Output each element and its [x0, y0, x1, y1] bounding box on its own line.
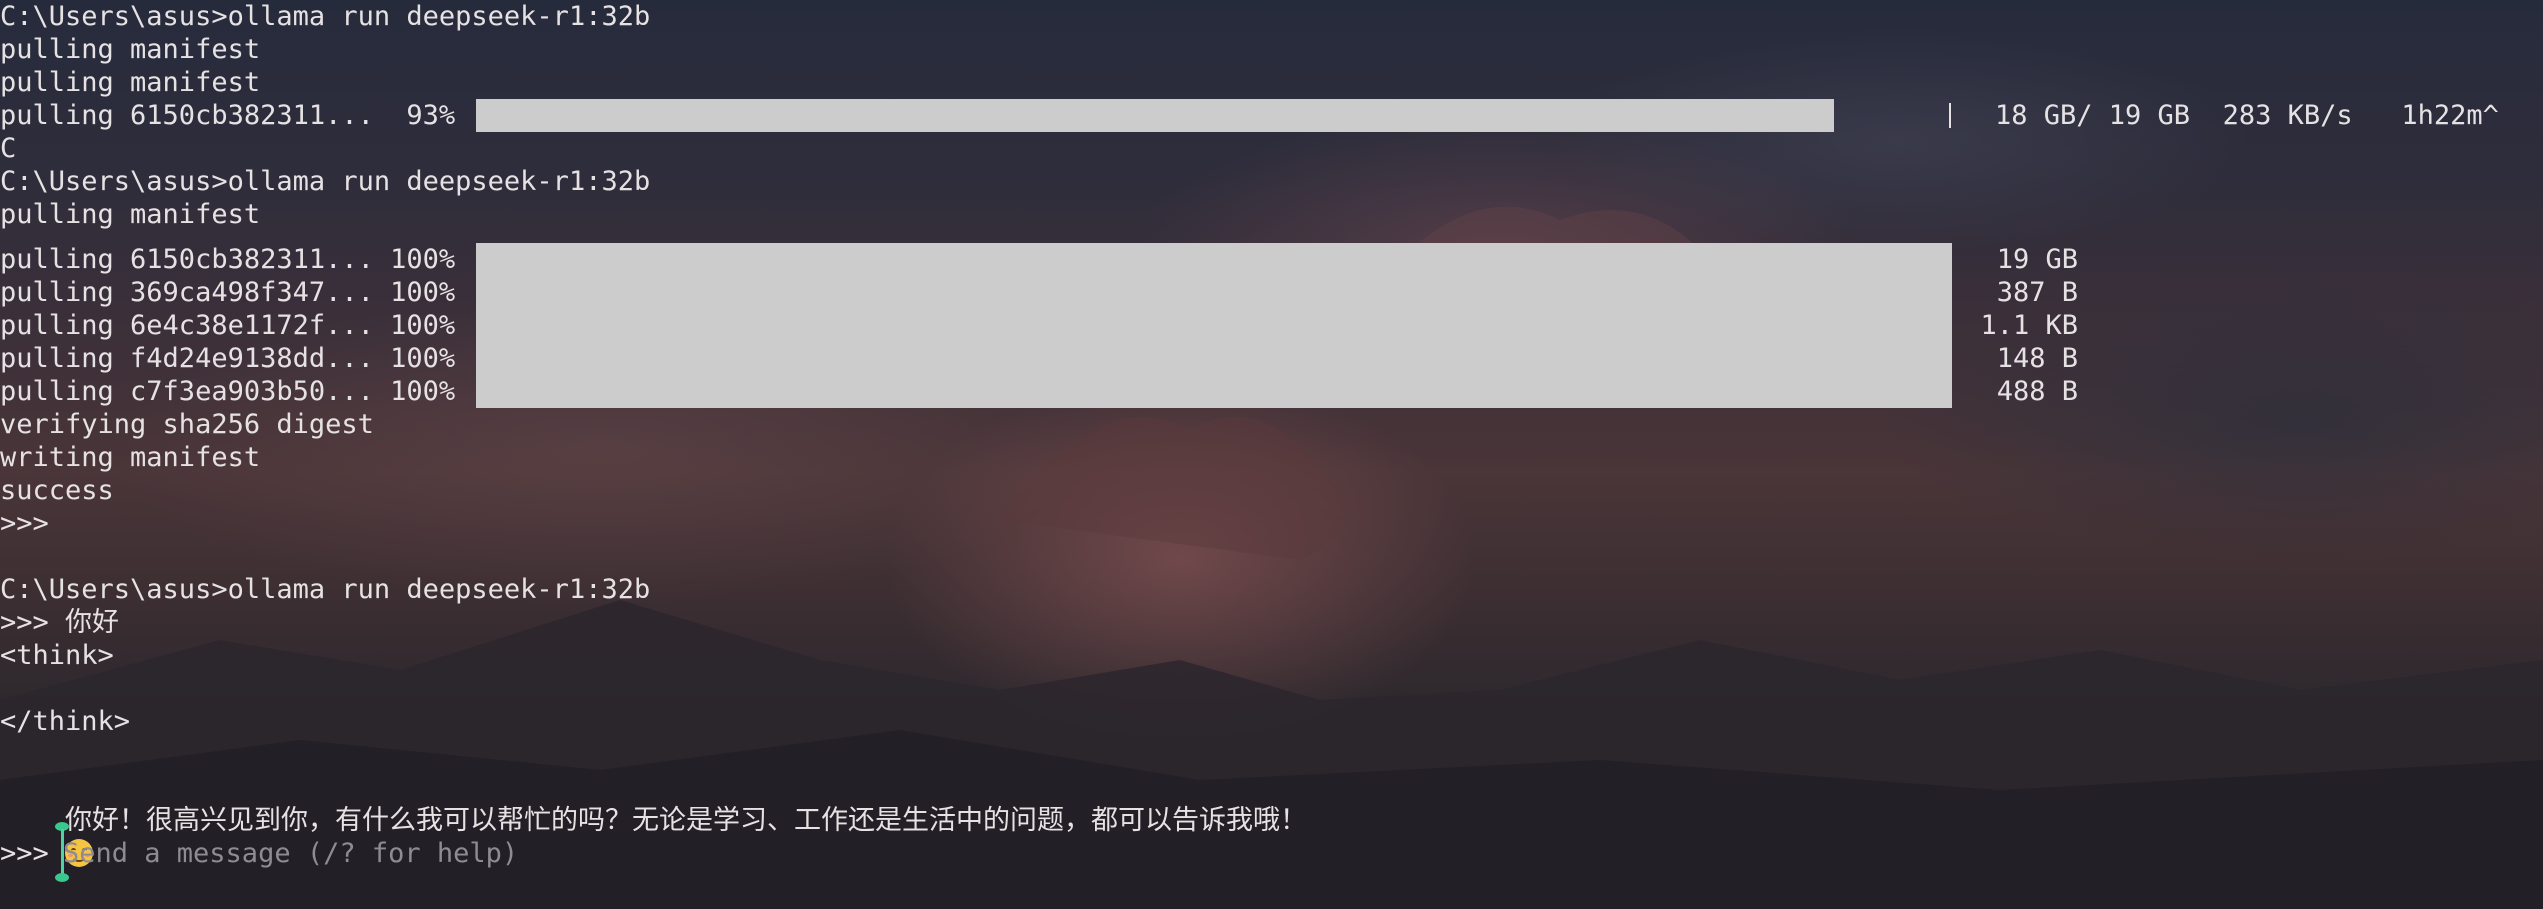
think-close-tag: </think> — [0, 706, 131, 737]
assistant-reply-line: 你好！很高兴见到你，有什么我可以帮忙的吗？无论是学习、工作还是生活中的问题，都可… — [0, 771, 1307, 867]
cursor-bottom-handle — [55, 873, 69, 882]
user-message-line: >>> 你好 — [0, 607, 120, 638]
pull-layer-progress-bar — [476, 309, 1952, 342]
assistant-reply-text: 你好！很高兴见到你，有什么我可以帮忙的吗？无论是学习、工作还是生活中的问题，都可… — [65, 805, 1308, 836]
output-line: pulling manifest — [0, 67, 261, 98]
pull-layer-size: 488 B — [1996, 376, 2078, 407]
prompt-line: >>> — [0, 508, 49, 539]
pull-layer-size: 148 B — [1996, 343, 2078, 374]
output-line: pulling manifest — [0, 199, 261, 230]
output-line: success — [0, 475, 114, 506]
progress-bar-end-marker — [1949, 103, 1951, 128]
command-line: C:\Users\asus>ollama run deepseek-r1:32b — [0, 166, 651, 197]
command-line: C:\Users\asus>ollama run deepseek-r1:32b — [0, 574, 651, 605]
pull-layer-label: pulling c7f3ea903b50... 100% — [0, 376, 456, 407]
command-line: C:\Users\asus>ollama run deepseek-r1:32b — [0, 1, 651, 32]
pull-layer-progress-bar — [476, 375, 1952, 408]
output-line: writing manifest — [0, 442, 261, 473]
pull-layer-progress-bar — [476, 276, 1952, 309]
pull-layer-size: 1.1 KB — [1980, 310, 2078, 341]
pull-progress-bar — [476, 99, 1834, 132]
output-line: pulling manifest — [0, 34, 261, 65]
pull-layer-label: pulling 6e4c38e1172f... 100% — [0, 310, 456, 341]
pull-layer-label: pulling f4d24e9138dd... 100% — [0, 343, 456, 374]
pull-layer-label: pulling 6150cb382311... 100% — [0, 244, 456, 275]
pull-progress-label: pulling 6150cb382311... 93% — [0, 100, 456, 131]
message-input[interactable]: Send a message (/? for help) — [63, 837, 518, 870]
pull-layer-progress-bar — [476, 243, 1952, 276]
pull-layer-label: pulling 369ca498f347... 100% — [0, 277, 456, 308]
pull-layer-progress-bar — [476, 342, 1952, 375]
pull-layer-size: 387 B — [1996, 277, 2078, 308]
pull-progress-stats: 18 GB/ 19 GB 283 KB/s 1h22m^ — [1995, 100, 2499, 131]
output-line: C — [0, 133, 17, 164]
think-open-tag: <think> — [0, 640, 114, 671]
pull-layer-size: 19 GB — [1996, 244, 2078, 275]
input-prompt: >>> — [0, 838, 49, 869]
output-line: verifying sha256 digest — [0, 409, 374, 440]
